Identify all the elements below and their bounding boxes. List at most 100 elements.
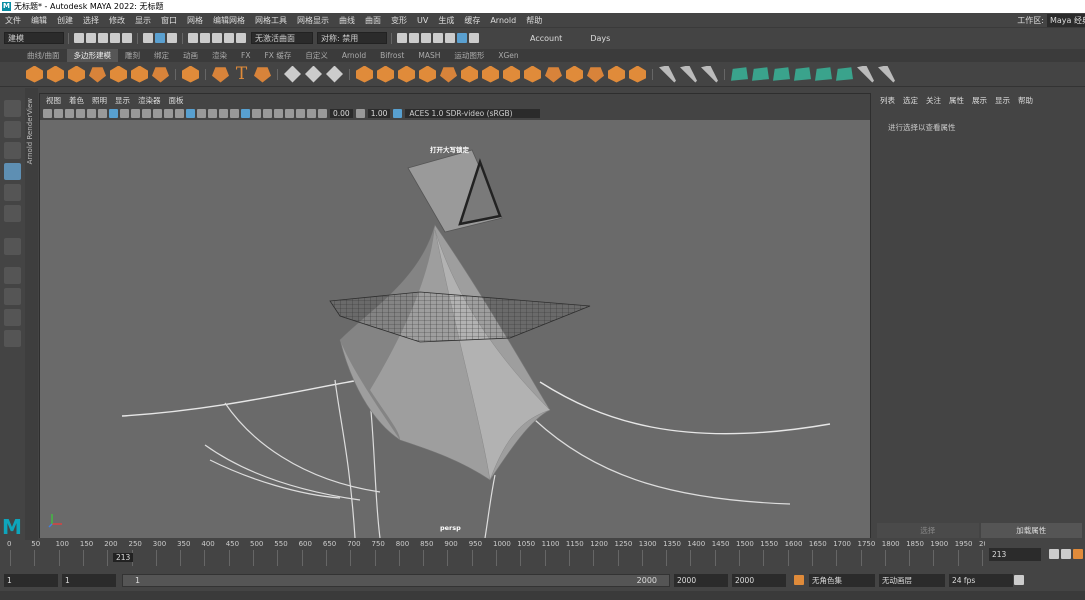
character-set-dropdown[interactable]: 无角色集 (809, 573, 875, 587)
camera-attributes-icon[interactable] (54, 108, 63, 118)
image-plane-icon[interactable] (76, 108, 85, 118)
grid-toggle-icon[interactable] (109, 108, 118, 118)
shelf-tab-fx[interactable]: FX (234, 49, 257, 62)
grease-pencil-icon[interactable] (98, 108, 107, 118)
menu-surfaces[interactable]: 曲面 (360, 15, 386, 26)
smooth-icon[interactable] (398, 65, 415, 83)
view-transform-dropdown[interactable]: ACES 1.0 SDR-video (sRGB) (405, 108, 541, 118)
attr-menu-list[interactable]: 列表 (876, 95, 899, 106)
menu-edit[interactable]: 编辑 (26, 15, 52, 26)
menu-mesh-display[interactable]: 网格显示 (292, 15, 334, 26)
combine-icon[interactable] (356, 65, 373, 83)
snap-point-icon[interactable] (212, 33, 222, 43)
offset-edge-loop-icon[interactable] (701, 65, 718, 83)
open-scene-icon[interactable] (86, 33, 96, 43)
hypershade-icon[interactable] (445, 33, 455, 43)
panel-menu-panels[interactable]: 面板 (165, 95, 188, 106)
shelf-tab-motion-graphics[interactable]: 运动图形 (447, 49, 491, 62)
viewport-canvas[interactable]: 打开大写锁定 persp (40, 120, 870, 538)
playback-end-field[interactable]: 2000 (674, 573, 728, 587)
snap-view-plane-icon[interactable] (224, 33, 234, 43)
select-button[interactable]: 选择 (877, 523, 979, 538)
scale-tool-icon[interactable] (4, 205, 21, 222)
save-scene-icon[interactable] (98, 33, 108, 43)
outliner-icon[interactable] (4, 330, 21, 347)
camera-based-uv-icon[interactable] (815, 67, 832, 81)
menu-file[interactable]: 文件 (0, 15, 26, 26)
render-settings-icon[interactable] (433, 33, 443, 43)
poly-type-icon[interactable]: T (233, 65, 250, 83)
field-chart-icon[interactable] (153, 108, 162, 118)
delete-history-icon[interactable] (326, 65, 343, 83)
menu-modify[interactable]: 修改 (104, 15, 130, 26)
range-slider[interactable]: 1 2000 (122, 573, 670, 587)
attr-menu-show[interactable]: 展示 (968, 95, 991, 106)
spherical-uv-icon[interactable] (773, 67, 790, 81)
select-camera-icon[interactable] (43, 108, 52, 118)
panel-menu-show[interactable]: 显示 (111, 95, 134, 106)
resolution-gate-icon[interactable] (131, 108, 140, 118)
time-slider[interactable]: 0 50 100 150 200 250 300 350 400 450 500 550 600 650 7… (0, 540, 997, 568)
menu-windows[interactable]: 窗口 (156, 15, 182, 26)
poly-torus-icon[interactable] (110, 65, 127, 83)
uv-unfold-icon[interactable] (857, 65, 874, 83)
shelf-tab-custom[interactable]: 自定义 (298, 49, 335, 62)
paint-select-tool-icon[interactable] (4, 142, 21, 159)
menu-edit-mesh[interactable]: 编辑网格 (208, 15, 250, 26)
panel-menu-shading[interactable]: 着色 (65, 95, 88, 106)
shelf-tab-rendering[interactable]: 渲染 (205, 49, 234, 62)
attr-menu-focus[interactable]: 关注 (922, 95, 945, 106)
menu-select[interactable]: 选择 (78, 15, 104, 26)
menu-help[interactable]: 帮助 (521, 15, 547, 26)
gamma-field[interactable]: 1.00 (367, 108, 391, 118)
go-to-start-icon[interactable] (1049, 549, 1059, 559)
color-management-icon[interactable] (393, 108, 403, 118)
shelf-tab-bifrost[interactable]: Bifrost (373, 49, 411, 62)
cylindrical-uv-icon[interactable] (752, 67, 769, 81)
freeze-transform-icon[interactable] (305, 65, 322, 83)
pause-render-icon[interactable] (469, 33, 479, 43)
render-frame-icon[interactable] (409, 33, 419, 43)
menu-display[interactable]: 显示 (130, 15, 156, 26)
shelf-tab-arnold[interactable]: Arnold (335, 49, 373, 62)
panel-menu-renderer[interactable]: 渲染器 (134, 95, 165, 106)
bookmarks-icon[interactable] (65, 108, 74, 118)
collapse-icon[interactable] (566, 65, 583, 83)
wireframe-icon[interactable] (175, 108, 184, 118)
anti-aliasing-icon[interactable] (296, 108, 305, 118)
textured-icon[interactable] (208, 108, 217, 118)
load-attributes-button[interactable]: 加载属性 (980, 523, 1082, 538)
play-icon[interactable] (1073, 549, 1083, 559)
panel-menu-lighting[interactable]: 照明 (88, 95, 111, 106)
separate-icon[interactable] (377, 65, 394, 83)
poly-plane-icon[interactable] (131, 65, 148, 83)
lights-icon[interactable] (219, 108, 228, 118)
connect-icon[interactable] (587, 67, 604, 83)
command-line[interactable] (0, 591, 1085, 600)
poly-cylinder-icon[interactable] (68, 65, 85, 83)
shelf-tab-sculpting[interactable]: 雕刻 (118, 49, 147, 62)
shelf-tab-animation[interactable]: 动画 (176, 49, 205, 62)
live-surface-field[interactable]: 无激活曲面 (251, 32, 313, 44)
select-component-icon[interactable] (167, 33, 177, 43)
attr-menu-help[interactable]: 帮助 (1014, 95, 1037, 106)
character-set-icon[interactable] (794, 575, 804, 585)
render-view-icon[interactable] (397, 33, 407, 43)
redo-icon[interactable] (122, 33, 132, 43)
step-back-icon[interactable] (1061, 549, 1071, 559)
menuset-dropdown[interactable]: 建模 (4, 32, 64, 44)
default-material-icon[interactable] (197, 108, 206, 118)
poly-sphere-icon[interactable] (26, 65, 43, 83)
isolate-select-icon[interactable] (241, 108, 250, 118)
move-tool-icon[interactable] (4, 163, 21, 180)
snap-curve-icon[interactable] (200, 33, 210, 43)
shelf-tab-mash[interactable]: MASH (411, 49, 447, 62)
uv-editor-icon[interactable] (836, 67, 853, 81)
arnold-renderview-tab[interactable]: Arnold RenderView (25, 88, 38, 540)
quadrangulate-icon[interactable] (629, 65, 646, 83)
ipr-render-icon[interactable] (421, 33, 431, 43)
attr-menu-display[interactable]: 显示 (991, 95, 1014, 106)
menu-uv[interactable]: UV (412, 16, 433, 25)
account-link[interactable]: Account (530, 34, 562, 43)
anim-layer-dropdown[interactable]: 无动画层 (879, 573, 945, 587)
